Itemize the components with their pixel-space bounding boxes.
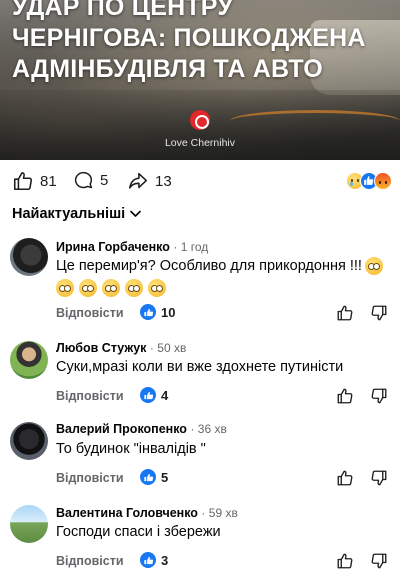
avatar[interactable] [10,341,48,379]
like-number: 4 [161,387,169,403]
thumbs-down-icon [371,388,387,404]
comment-like-button[interactable] [336,304,354,327]
comment-like-count[interactable]: 5 [140,469,168,485]
comment-like-button[interactable] [336,469,354,492]
comment-actions: Відповісти 10 [56,304,390,324]
headline-line-3: АДМІНБУДІВЛЯ ТА АВТО [12,55,323,83]
headline-line-2: ЧЕРНІГОВА: ПОШКОДЖЕНА [12,24,366,52]
reaction-summary[interactable] [346,172,392,190]
comment-author-line: Валерий Прокопенко 36 хв [56,422,227,436]
comment-text: То будинок "інвалідів " [56,441,206,457]
comment-text-block: То будинок "інвалідів " [56,439,391,459]
comment-dislike-button[interactable] [370,387,388,410]
comment-item: Ирина Горбаченко 1 год Це перемир'я? Осо… [0,238,400,328]
brand-name: Love Chernihiv [164,137,236,149]
share-arrow-icon [128,172,148,189]
comment-like-button[interactable] [336,387,354,410]
comment-text-block: Суки,мразі коли ви вже здохнете путиніст… [56,357,391,377]
comment-dislike-button[interactable] [370,469,388,492]
comment-time[interactable]: 1 год [173,240,208,254]
share-stat[interactable]: 13 [127,170,172,192]
chevron-down-icon [130,210,142,217]
comment-bubble-icon [74,171,93,189]
comment-author-line: Любов Стужук 50 хв [56,341,186,355]
avatar[interactable] [10,505,48,543]
thumbs-up-icon [337,388,353,404]
comment-item: Любов Стужук 50 хв Суки,мразі коли ви вж… [0,341,400,411]
like-badge-icon [140,469,156,485]
brand-logo-icon [190,110,210,130]
pleading-face-emoji-icon [79,279,97,298]
comment-item: Валерий Прокопенко 36 хв То будинок "інв… [0,422,400,492]
comment-author-line: Ирина Горбаченко 1 год [56,240,208,254]
like-number: 10 [161,304,176,320]
comment-stat[interactable]: 5 [73,170,108,191]
share-count: 13 [155,172,172,190]
comment-text-block: Це перемир'я? Особливо для прикордоння !… [56,256,391,298]
comment-author[interactable]: Любов Стужук [56,341,146,355]
comment-count: 5 [100,172,109,189]
comment-time[interactable]: 50 хв [150,341,186,355]
thumbs-up-icon [337,470,353,486]
comment-text: Господи спаси і збережи [56,524,221,540]
angry-emoji-icon [374,172,392,190]
thumbs-up-icon [13,171,33,191]
comment-dislike-button[interactable] [370,552,388,575]
pleading-face-emoji-icon [125,279,143,298]
comment-item: Валентина Головченко 59 хв Господи спаси… [0,505,400,577]
comment-like-count[interactable]: 10 [140,304,175,320]
pleading-face-emoji-icon [102,279,120,298]
pleading-face-emoji-icon [148,279,166,298]
thumbs-up-icon [337,553,353,569]
comment-author-line: Валентина Головченко 59 хв [56,506,238,520]
comment-like-count[interactable]: 3 [140,552,168,568]
comment-author[interactable]: Валентина Головченко [56,506,198,520]
comment-sort-dropdown[interactable]: Найактуальніші [12,206,142,222]
post-headline: УДАР ПО ЦЕНТРУ ЧЕРНІГОВА: ПОШКОДЖЕНА АДМ… [12,0,400,85]
like-stat[interactable]: 81 [12,170,57,192]
thumbs-down-icon [371,305,387,321]
reply-button[interactable]: Відповісти [56,554,124,568]
emoji-row [56,278,391,298]
avatar[interactable] [10,238,48,276]
avatar[interactable] [10,422,48,460]
comment-author[interactable]: Ирина Горбаченко [56,240,170,254]
comment-text: Суки,мразі коли ви вже здохнете путиніст… [56,359,344,375]
comment-like-count[interactable]: 4 [140,387,168,403]
pleading-face-emoji-icon [364,257,383,276]
comment-actions: Відповісти 3 [56,552,390,572]
comment-actions: Відповісти 5 [56,469,390,489]
comment-text: Це перемир'я? Особливо для прикордоння !… [56,258,362,274]
pleading-face-emoji-icon [56,279,74,298]
comment-time[interactable]: 36 хв [190,422,226,436]
reply-button[interactable]: Відповісти [56,389,124,403]
brand-watermark: Love Chernihiv [0,110,400,149]
like-badge-icon [140,552,156,568]
post-stats-bar: 81 5 13 [0,168,400,196]
comment-actions: Відповісти 4 [56,387,390,407]
sort-label: Найактуальніші [12,206,126,222]
like-badge-icon [140,387,156,403]
comment-dislike-button[interactable] [370,304,388,327]
like-badge-icon [140,304,156,320]
like-count: 81 [40,172,57,190]
like-number: 3 [161,552,169,568]
comment-time[interactable]: 59 хв [201,506,237,520]
like-number: 5 [161,469,169,485]
post-image[interactable]: УДАР ПО ЦЕНТРУ ЧЕРНІГОВА: ПОШКОДЖЕНА АДМ… [0,0,400,160]
comment-author[interactable]: Валерий Прокопенко [56,422,187,436]
thumbs-down-icon [371,553,387,569]
headline-line-1: УДАР ПО ЦЕНТРУ [12,0,234,21]
reply-button[interactable]: Відповісти [56,471,124,485]
comment-text-block: Господи спаси і збережи [56,522,391,542]
reply-button[interactable]: Відповісти [56,306,124,320]
comment-like-button[interactable] [336,552,354,575]
thumbs-up-icon [337,305,353,321]
thumbs-down-icon [371,470,387,486]
